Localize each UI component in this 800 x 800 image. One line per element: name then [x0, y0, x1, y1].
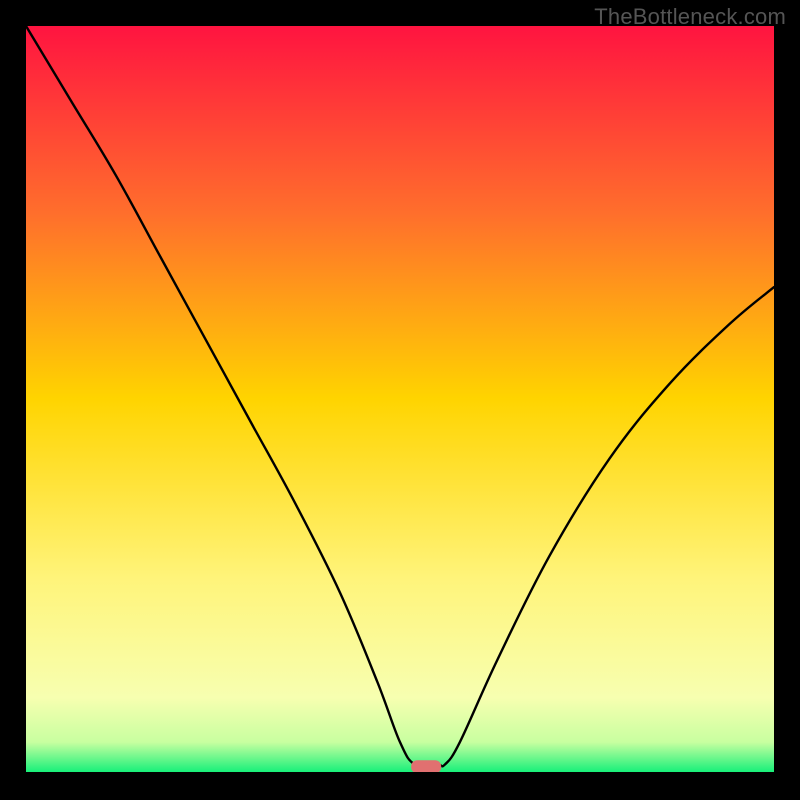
optimal-point-marker [411, 760, 441, 772]
chart-frame: TheBottleneck.com [0, 0, 800, 800]
gradient-background [26, 26, 774, 772]
plot-area [26, 26, 774, 772]
watermark-text: TheBottleneck.com [594, 4, 786, 30]
chart-svg [26, 26, 774, 772]
